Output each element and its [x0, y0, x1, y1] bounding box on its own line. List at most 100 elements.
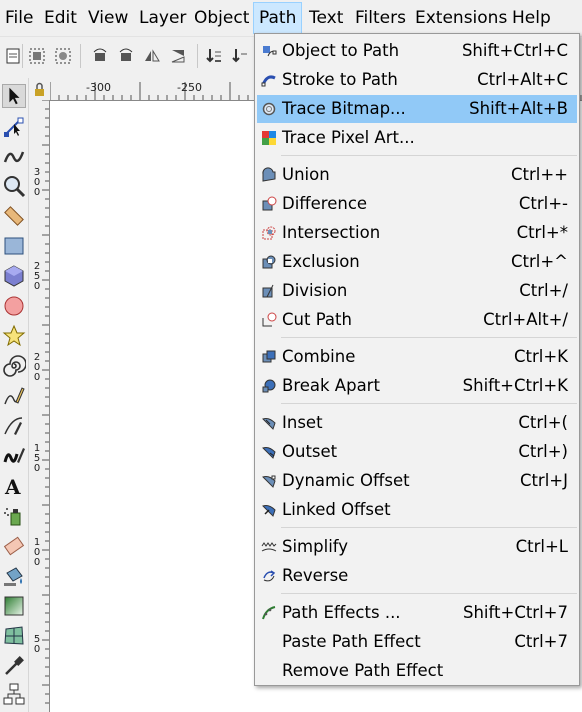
- menu-item-inset[interactable]: Inset Ctrl+(: [257, 409, 577, 437]
- menu-item-union[interactable]: Union Ctrl++: [257, 161, 577, 189]
- menu-edit[interactable]: Edit: [39, 3, 82, 33]
- menu-item-intersection[interactable]: Intersection Ctrl+*: [257, 219, 577, 247]
- object-to-path-icon: [263, 46, 277, 57]
- menu-item-label: Object to Path: [282, 41, 400, 60]
- menu-item-linked-offset[interactable]: Linked Offset: [257, 496, 577, 524]
- 3d-box-tool-icon[interactable]: [2, 264, 26, 288]
- menu-item-dynamic-offset[interactable]: Dynamic Offset Ctrl+J: [257, 467, 577, 495]
- menu-item-combine[interactable]: Combine Ctrl+K: [257, 343, 577, 371]
- zoom-tool-icon[interactable]: [2, 174, 26, 198]
- menu-item-paste-path-effect[interactable]: Paste Path Effect Ctrl+7: [257, 628, 577, 656]
- menu-view[interactable]: View: [83, 3, 133, 33]
- menu-item-shortcut: Ctrl+-: [518, 194, 568, 213]
- ruler-label: 300: [33, 167, 41, 198]
- menu-separator: [281, 527, 577, 528]
- flip-horizontal-icon[interactable]: [142, 46, 162, 66]
- menu-path[interactable]: Path: [252, 2, 303, 34]
- menu-item-break-apart[interactable]: Break Apart Shift+Ctrl+K: [257, 372, 577, 400]
- select-all-layers-icon[interactable]: [53, 46, 73, 66]
- stroke-to-path-icon: [261, 75, 276, 87]
- menu-object[interactable]: Object: [189, 3, 254, 33]
- menu-separator: [281, 337, 577, 338]
- pencil-tool-icon[interactable]: [2, 384, 26, 408]
- tweak-tool-icon[interactable]: [2, 144, 26, 168]
- menu-item-path-effects[interactable]: Path Effects ... Shift+Ctrl+7: [257, 599, 577, 627]
- menu-item-shortcut: Ctrl+*: [516, 223, 568, 242]
- menu-extensions[interactable]: Extensions: [410, 3, 512, 33]
- ellipse-tool-icon[interactable]: [2, 294, 26, 318]
- menu-item-shortcut: Ctrl+Alt+/: [483, 310, 568, 329]
- menu-item-cut-path[interactable]: Cut Path Ctrl+Alt+/: [257, 306, 577, 334]
- star-tool-icon[interactable]: [2, 324, 26, 348]
- combine-icon: [262, 350, 276, 363]
- menu-item-trace-pixel-art[interactable]: Trace Pixel Art...: [257, 124, 577, 152]
- ruler-label: 50: [33, 634, 41, 655]
- menu-item-label: Trace Bitmap...: [282, 99, 406, 118]
- spray-tool-icon[interactable]: [2, 504, 26, 528]
- menu-item-label: Union: [282, 165, 330, 184]
- lower-to-bottom-icon[interactable]: [204, 46, 224, 66]
- menu-item-shortcut: Shift+Ctrl+7: [462, 603, 568, 622]
- intersection-icon: [262, 226, 276, 240]
- menu-help[interactable]: Help: [507, 3, 556, 33]
- rectangle-tool-icon[interactable]: [2, 234, 26, 258]
- menu-file[interactable]: File: [0, 3, 38, 33]
- node-tool-icon[interactable]: [2, 114, 26, 138]
- menu-item-label: Trace Pixel Art...: [282, 128, 415, 147]
- division-icon: [262, 284, 274, 298]
- gradient-tool-icon[interactable]: [2, 594, 26, 618]
- mesh-tool-icon[interactable]: [2, 624, 26, 648]
- exclusion-icon: [262, 255, 276, 269]
- menu-item-label: Difference: [282, 194, 368, 213]
- menu-item-stroke-to-path[interactable]: Stroke to Path Ctrl+Alt+C: [257, 66, 577, 94]
- menu-item-simplify[interactable]: Simplify Ctrl+L: [257, 533, 577, 561]
- menu-item-label: Combine: [282, 347, 356, 366]
- menu-item-shortcut: Ctrl+J: [519, 471, 568, 490]
- menu-item-shortcut: Ctrl+L: [515, 537, 568, 556]
- tools-panel: A: [0, 78, 29, 712]
- rotate-ccw-icon[interactable]: [90, 46, 110, 66]
- menu-item-shortcut: Shift+Ctrl+K: [462, 376, 568, 395]
- menu-item-label: Paste Path Effect: [282, 632, 421, 651]
- menu-item-label: Stroke to Path: [282, 70, 398, 89]
- calligraphy-tool-icon[interactable]: [2, 444, 26, 468]
- dropper-tool-icon[interactable]: [2, 654, 26, 678]
- menu-item-remove-path-effect[interactable]: Remove Path Effect: [257, 657, 577, 685]
- menu-item-object-to-path[interactable]: Object to Path Shift+Ctrl+C: [257, 37, 577, 65]
- text-tool-icon[interactable]: A: [2, 474, 26, 498]
- menu-item-shortcut: Ctrl+K: [513, 347, 568, 366]
- eraser-tool-icon[interactable]: [2, 534, 26, 558]
- menu-item-shortcut: Ctrl+(: [518, 413, 568, 432]
- select-all-icon[interactable]: [27, 46, 47, 66]
- paint-bucket-tool-icon[interactable]: [2, 564, 26, 588]
- connector-tool-icon[interactable]: [2, 682, 26, 706]
- pen-tool-icon[interactable]: [2, 414, 26, 438]
- menu-item-trace-bitmap[interactable]: Trace Bitmap... Shift+Alt+B: [257, 95, 577, 123]
- menu-item-shortcut: Ctrl+Alt+C: [477, 70, 568, 89]
- menu-item-label: Reverse: [282, 566, 349, 585]
- menubar: File Edit View Layer Object Path Text Fi…: [0, 0, 582, 36]
- simplify-icon: [261, 542, 277, 552]
- rotate-cw-icon[interactable]: [116, 46, 136, 66]
- lower-icon[interactable]: [230, 46, 250, 66]
- union-icon: [262, 167, 276, 182]
- spiral-tool-icon[interactable]: [2, 354, 26, 378]
- lock-icon[interactable]: [30, 80, 49, 100]
- menu-item-outset[interactable]: Outset Ctrl+): [257, 438, 577, 466]
- document-icon[interactable]: [3, 46, 23, 66]
- measure-tool-icon[interactable]: [2, 204, 26, 228]
- break-apart-icon: [262, 379, 276, 393]
- menu-item-reverse[interactable]: Reverse: [257, 562, 577, 590]
- menu-item-shortcut: Ctrl++: [510, 165, 568, 184]
- ruler-label: -250: [177, 81, 202, 94]
- menu-filters[interactable]: Filters: [350, 3, 411, 33]
- menu-item-division[interactable]: Division Ctrl+/: [257, 277, 577, 305]
- menu-layer[interactable]: Layer: [134, 3, 191, 33]
- menu-text[interactable]: Text: [304, 3, 348, 33]
- menu-item-label: Exclusion: [282, 252, 360, 271]
- menu-separator: [281, 155, 577, 156]
- menu-item-exclusion[interactable]: Exclusion Ctrl+^: [257, 248, 577, 276]
- flip-vertical-icon[interactable]: [168, 46, 188, 66]
- menu-item-difference[interactable]: Difference Ctrl+-: [257, 190, 577, 218]
- selector-tool-icon[interactable]: [2, 84, 26, 108]
